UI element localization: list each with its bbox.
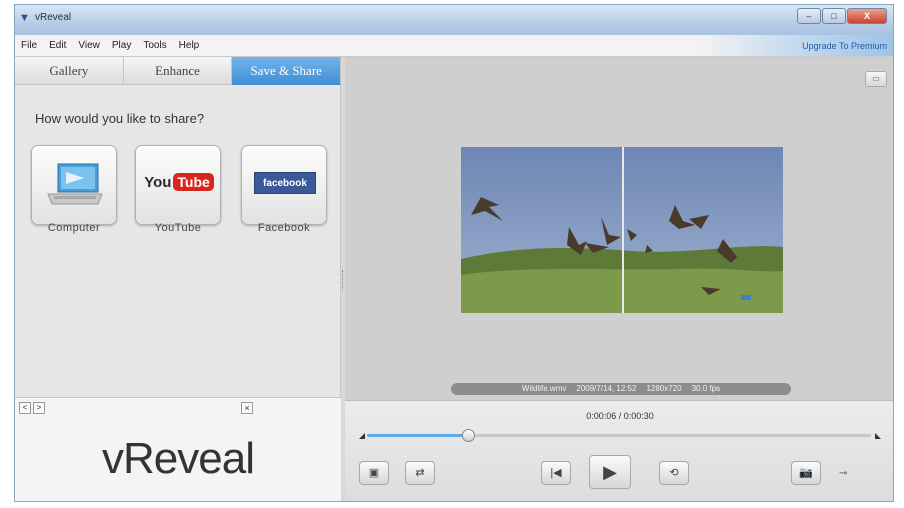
share-computer-button[interactable]: [31, 145, 117, 225]
export-button[interactable]: ⇄: [405, 461, 435, 485]
menu-bar: File Edit View Play Tools Help Upgrade T…: [15, 35, 893, 57]
splitter-grip-icon: [342, 270, 344, 290]
menu-help[interactable]: Help: [179, 40, 200, 51]
share-question: How would you like to share?: [35, 111, 205, 126]
playback-controls: 0:00:06 / 0:00:30 ▣ ⇄ |◀ ▶ ⟲ 📷 ⊸: [345, 400, 893, 501]
fit-screen-button[interactable]: ▭: [865, 71, 887, 87]
share-facebook-label: Facebook: [257, 222, 311, 234]
compare-divider[interactable]: [622, 147, 624, 313]
window-controls: – □ X: [797, 8, 887, 24]
share-computer-label: Computer: [47, 222, 101, 234]
tab-strip: Gallery Enhance Save & Share: [15, 57, 342, 85]
share-youtube-button[interactable]: You Tube: [135, 145, 221, 225]
trim-end-marker-icon[interactable]: [875, 433, 881, 439]
vreveal-logo: vReveal: [102, 434, 255, 483]
share-facebook-button[interactable]: facebook: [241, 145, 327, 225]
window-title: vReveal: [35, 12, 72, 23]
tab-save-share[interactable]: Save & Share: [232, 57, 342, 85]
ad-close-button[interactable]: ×: [241, 402, 253, 414]
vreveal-logo-icon: ▼: [19, 12, 30, 24]
maximize-button[interactable]: □: [822, 8, 846, 24]
youtube-logo-tube: Tube: [173, 173, 214, 191]
video-info-bar: Wildlife.wmv 2009/7/14, 12:52 1280x720 3…: [451, 383, 791, 395]
seek-bar-fill: [367, 434, 468, 437]
youtube-logo-you: You: [144, 173, 172, 191]
menu-file[interactable]: File: [21, 40, 37, 51]
laptop-icon: [47, 163, 103, 205]
preview-panel: ▭ Wildlife.wmv 2009/7/14, 12:52 1280x720…: [345, 57, 893, 501]
seek-thumb[interactable]: [461, 429, 475, 442]
ad-prev-button[interactable]: <: [19, 402, 31, 414]
close-button[interactable]: X: [847, 8, 887, 24]
trim-start-marker-icon[interactable]: [359, 433, 365, 439]
play-button[interactable]: ▶: [589, 455, 631, 489]
snapshot-button[interactable]: 📷: [791, 461, 821, 485]
minimize-button[interactable]: –: [797, 8, 821, 24]
video-datetime: 2009/7/14, 12:52: [576, 384, 637, 393]
video-filename: Wildlife.wmv: [521, 384, 567, 393]
previous-frame-button[interactable]: |◀: [541, 461, 571, 485]
app-window: ▼ vReveal – □ X File Edit View Play Tool…: [14, 4, 894, 502]
tab-enhance[interactable]: Enhance: [123, 57, 233, 85]
video-resolution: 1280x720: [646, 384, 682, 393]
seek-bar[interactable]: [367, 429, 871, 442]
ad-next-button[interactable]: >: [33, 402, 45, 414]
share-youtube-label: YouTube: [154, 222, 202, 234]
compare-view-button[interactable]: ▣: [359, 461, 389, 485]
upgrade-link[interactable]: Upgrade To Premium: [802, 41, 887, 51]
timecode: 0:00:06 / 0:00:30: [586, 411, 654, 421]
left-panel: Gallery Enhance Save & Share How would y…: [15, 57, 342, 501]
ad-navigation: < >: [19, 402, 45, 414]
ad-panel: < > × vReveal: [15, 397, 341, 501]
facebook-logo-icon: facebook: [254, 172, 316, 194]
video-fps: 30.0 fps: [691, 384, 721, 393]
menu-tools[interactable]: Tools: [143, 40, 166, 51]
youtube-logo-icon: You Tube: [144, 170, 214, 194]
video-viewer: ▭ Wildlife.wmv 2009/7/14, 12:52 1280x720…: [345, 57, 893, 400]
title-bar: ▼ vReveal – □ X: [15, 5, 893, 35]
tab-gallery[interactable]: Gallery: [15, 57, 124, 85]
menu-play[interactable]: Play: [112, 40, 131, 51]
plug-icon: ⊸: [839, 468, 848, 479]
menu-view[interactable]: View: [78, 40, 100, 51]
menu-edit[interactable]: Edit: [49, 40, 66, 51]
loop-button[interactable]: ⟲: [659, 461, 689, 485]
